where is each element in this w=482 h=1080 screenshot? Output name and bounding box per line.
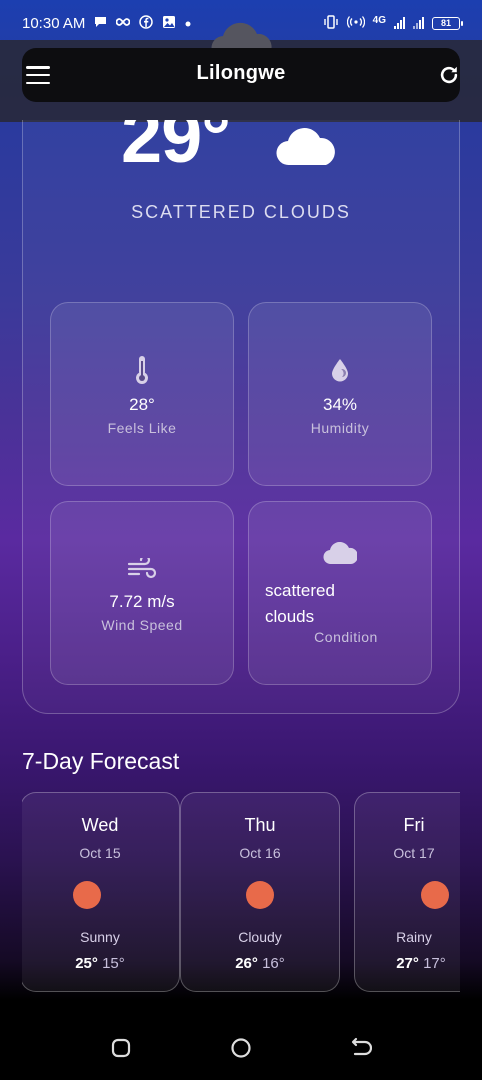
chat-bubble-icon xyxy=(94,16,107,31)
refresh-icon[interactable] xyxy=(438,64,460,86)
cloud-icon xyxy=(249,542,431,566)
humidity-label: Humidity xyxy=(310,420,370,436)
condition-label: Condition xyxy=(314,629,378,645)
system-navigation-bar xyxy=(0,1000,482,1080)
forecast-sun-icon xyxy=(246,881,274,909)
forecast-sun-icon xyxy=(73,881,101,909)
gallery-icon xyxy=(162,15,176,32)
forecast-day-temps: 25° 15° xyxy=(22,955,179,972)
forecast-strip[interactable]: Wed Oct 15 Sunny 25° 15° Thu Oct 16 Clou… xyxy=(22,790,460,994)
forecast-day-card[interactable]: Wed Oct 15 Sunny 25° 15° xyxy=(22,792,180,992)
forecast-high: 25° xyxy=(75,955,98,972)
forecast-day-card[interactable]: Thu Oct 16 Cloudy 26° 16° xyxy=(180,792,340,992)
network-type-label: 4G xyxy=(372,14,386,26)
signal-strength-icon xyxy=(394,17,405,29)
forecast-high: 27° xyxy=(396,955,419,972)
stat-card-condition: scattered clouds Condition xyxy=(248,501,432,685)
battery-level: 81 xyxy=(440,18,451,28)
forecast-day-name: Thu xyxy=(244,815,276,835)
thermometer-icon xyxy=(51,355,233,385)
current-temperature-clip: 29° xyxy=(22,120,460,180)
forecast-day-name: Fri xyxy=(403,815,425,835)
feels-like-label: Feels Like xyxy=(107,420,177,436)
forecast-day-date: Oct 16 xyxy=(239,845,281,861)
stat-card-wind-speed: 7.72 m/s Wind Speed xyxy=(50,501,234,685)
forecast-day-date: Oct 15 xyxy=(79,845,121,861)
current-condition-cloud-icon xyxy=(276,128,335,166)
forecast-low: 17° xyxy=(423,955,446,972)
wind-speed-label: Wind Speed xyxy=(101,617,183,633)
forecast-low: 15° xyxy=(102,955,125,972)
forecast-day-temps: 26° 16° xyxy=(181,955,339,972)
forecast-day-card[interactable]: Fri Oct 17 Rainy 27° 17° xyxy=(354,792,460,992)
current-description: SCATTERED CLOUDS xyxy=(131,202,351,222)
forecast-day-name: Wed xyxy=(81,815,119,835)
recent-apps-icon[interactable] xyxy=(110,1037,132,1059)
status-time: 10:30 AM xyxy=(22,14,86,32)
stat-card-humidity: 34% Humidity xyxy=(248,302,432,486)
stat-card-feels-like: 28° Feels Like xyxy=(50,302,234,486)
home-icon[interactable] xyxy=(230,1037,252,1059)
forecast-title: 7-Day Forecast xyxy=(22,748,180,774)
forecast-day-condition: Cloudy xyxy=(238,929,282,945)
humidity-drop-icon xyxy=(249,358,431,382)
forecast-day-temps: 27° 17° xyxy=(342,955,460,972)
wind-icon xyxy=(51,558,233,580)
battery-indicator: 81 xyxy=(432,16,463,30)
back-icon[interactable] xyxy=(350,1037,372,1059)
forecast-high: 26° xyxy=(235,955,258,972)
condition-value: scattered clouds xyxy=(265,581,335,626)
current-temperature: 29° xyxy=(121,120,231,178)
forecast-day-date: Oct 17 xyxy=(393,845,435,861)
notification-dot-icon xyxy=(185,16,191,30)
vibrate-icon xyxy=(323,14,339,32)
infinity-icon xyxy=(116,16,131,30)
hotspot-icon xyxy=(346,15,365,31)
feels-like-value: 28° xyxy=(129,395,155,414)
humidity-value: 34% xyxy=(322,395,358,414)
city-title: Lilongwe xyxy=(196,61,286,84)
hamburger-menu-icon[interactable] xyxy=(26,66,50,84)
forecast-day-condition: Sunny xyxy=(80,929,120,945)
forecast-sun-icon xyxy=(421,881,449,909)
signal-strength-secondary-icon xyxy=(413,17,424,29)
forecast-day-condition: Rainy xyxy=(396,929,432,945)
facebook-icon xyxy=(139,14,154,32)
wind-speed-value: 7.72 m/s xyxy=(109,592,175,611)
app-header: Lilongwe xyxy=(22,48,460,102)
forecast-low: 16° xyxy=(262,955,285,972)
